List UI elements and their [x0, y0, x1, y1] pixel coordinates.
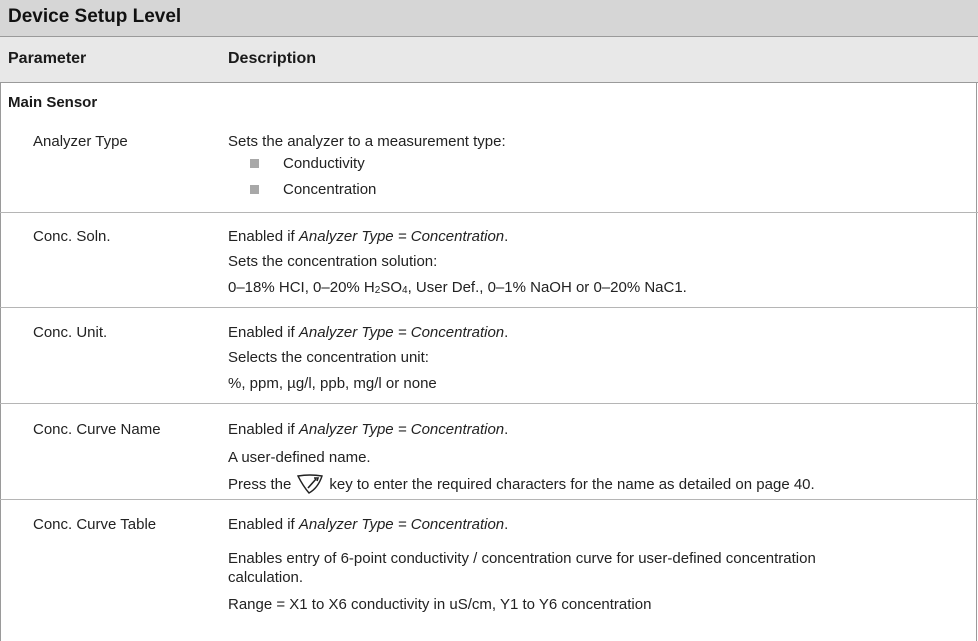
parameter-name: Conc. Curve Name: [33, 421, 161, 438]
enabled-condition: Enabled if Analyzer Type = Concentration…: [228, 324, 509, 341]
description-line: Sets the concentration solution:: [228, 253, 438, 270]
table-row-conc-curve-name: Conc. Curve Name Enabled if Analyzer Typ…: [0, 404, 978, 500]
table-row-conc-unit: Conc. Unit. Enabled if Analyzer Type = C…: [0, 308, 978, 404]
parameter-name: Conc. Curve Table: [33, 516, 157, 533]
key-instruction: Press the key to enter the required chara…: [228, 473, 815, 499]
solution-options: 0–18% HCI, 0–20% H2SO4, User Def., 0–1% …: [228, 279, 687, 296]
table-row-conc-curve-table: Conc. Curve Table Enabled if Analyzer Ty…: [0, 500, 978, 641]
enabled-condition: Enabled if Analyzer Type = Concentration…: [228, 421, 509, 438]
unit-options: %, ppm, µg/l, ppb, mg/l or none: [228, 375, 437, 392]
table-title: Device Setup Level: [8, 6, 182, 27]
table-row-conc-soln: Conc. Soln. Enabled if Analyzer Type = C…: [0, 213, 978, 308]
table-title-bar: Device Setup Level: [0, 0, 978, 37]
column-header-description: Description: [228, 50, 317, 67]
description-line: A user-defined name.: [228, 449, 371, 466]
parameter-name: Conc. Soln.: [33, 228, 111, 245]
column-header-row: Parameter Description: [0, 37, 978, 83]
section-heading: Main Sensor: [8, 94, 98, 111]
description-line: Selects the concentration unit:: [228, 349, 429, 366]
enabled-condition: Enabled if Analyzer Type = Concentration…: [228, 228, 509, 245]
description-line: Sets the analyzer to a measurement type:: [228, 133, 506, 150]
bullet-square-icon: [250, 185, 259, 194]
description-line: Enables entry of 6-point conductivity / …: [228, 550, 816, 567]
list-item: Concentration: [283, 181, 377, 198]
list-item: Conductivity: [283, 155, 365, 172]
range-line: Range = X1 to X6 conductivity in uS/cm, …: [228, 596, 652, 613]
edit-key-icon: [295, 473, 325, 499]
parameter-name: Analyzer Type: [33, 133, 128, 150]
bullet-square-icon: [250, 159, 259, 168]
column-header-parameter: Parameter: [8, 50, 87, 67]
parameter-name: Conc. Unit.: [33, 324, 108, 341]
table-row-analyzer-type: Analyzer Type Sets the analyzer to a mea…: [0, 117, 978, 213]
description-line: calculation.: [228, 569, 304, 586]
enabled-condition: Enabled if Analyzer Type = Concentration…: [228, 516, 509, 533]
